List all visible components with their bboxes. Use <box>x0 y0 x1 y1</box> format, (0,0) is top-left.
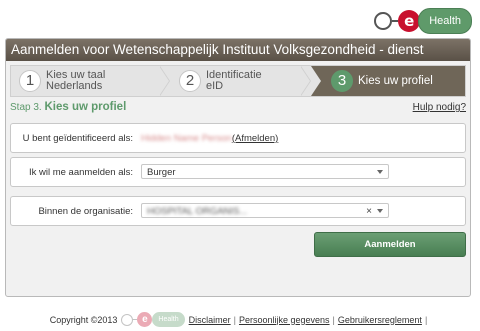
logo-ring-icon <box>374 12 393 30</box>
clear-icon[interactable]: × <box>366 204 372 219</box>
chevron-down-icon <box>377 209 383 213</box>
privacy-link[interactable]: Persoonlijke gegevens <box>239 315 330 325</box>
profile-select[interactable]: Burger <box>141 164 389 179</box>
identity-name: Hidden Name Person <box>141 133 232 144</box>
help-link[interactable]: Hulp nodig? <box>413 102 466 113</box>
disclaimer-link[interactable]: Disclaimer <box>189 315 231 325</box>
copyright-text: Copyright ©2013 <box>49 314 118 325</box>
step-2-label: Identificatie eID <box>206 69 262 92</box>
footer-logo: e Health <box>121 312 185 327</box>
step-title: Kies uw profiel <box>44 101 127 113</box>
logo-ring-icon <box>121 313 134 326</box>
step-prefix: Stap 3. <box>10 102 42 113</box>
logo-e-icon: e <box>398 10 421 32</box>
terms-link[interactable]: Gebruikersreglement <box>338 315 422 325</box>
organisation-select[interactable]: HOSPITAL ORGANIS... × <box>141 203 389 218</box>
ehealth-logo: e Health <box>374 8 472 34</box>
organisation-row: Binnen de organisatie: HOSPITAL ORGANIS.… <box>10 196 466 226</box>
step-3-number: 3 <box>331 70 353 92</box>
organisation-label: Binnen de organisatie: <box>38 206 133 217</box>
panel-title: Aanmelden voor Wetenschappelijk Instituu… <box>6 39 470 79</box>
step-1-number: 1 <box>19 70 41 92</box>
profile-row: Ik wil me aanmelden als: Burger <box>10 157 466 187</box>
logo-e-icon: e <box>137 312 153 327</box>
identity-label: U bent geïdentificeerd als: <box>22 133 133 144</box>
identity-row: U bent geïdentificeerd als: Hidden Name … <box>10 123 466 153</box>
logo-health-pill: Health <box>418 8 472 34</box>
step-1[interactable]: 1 Kies uw taal Nederlands <box>19 66 169 96</box>
profile-label: Ik wil me aanmelden als: <box>28 167 133 178</box>
logout-link[interactable]: (Afmelden) <box>232 133 278 144</box>
step-bar: 1 Kies uw taal Nederlands 2 Identificatie… <box>10 65 466 97</box>
step-3-label: Kies uw profiel <box>358 74 433 87</box>
login-button[interactable]: Aanmelden <box>314 232 466 257</box>
step-3-active: 3 Kies uw profiel <box>311 66 465 96</box>
logo-health-pill: Health <box>152 312 185 327</box>
login-panel: Aanmelden voor Wetenschappelijk Instituu… <box>5 38 471 297</box>
step-2-number: 2 <box>179 70 201 92</box>
step-2[interactable]: 2 Identificatie eID <box>179 66 299 96</box>
step-subheader: Stap 3. Kies uw profiel Hulp nodig? <box>10 101 466 119</box>
step-1-label: Kies uw taal Nederlands <box>46 69 106 92</box>
organisation-select-value: HOSPITAL ORGANIS... <box>147 206 248 217</box>
profile-select-value: Burger <box>147 167 176 178</box>
chevron-down-icon <box>377 170 383 174</box>
footer: Copyright ©2013 e Health Disclaimer | Pe… <box>49 312 428 327</box>
